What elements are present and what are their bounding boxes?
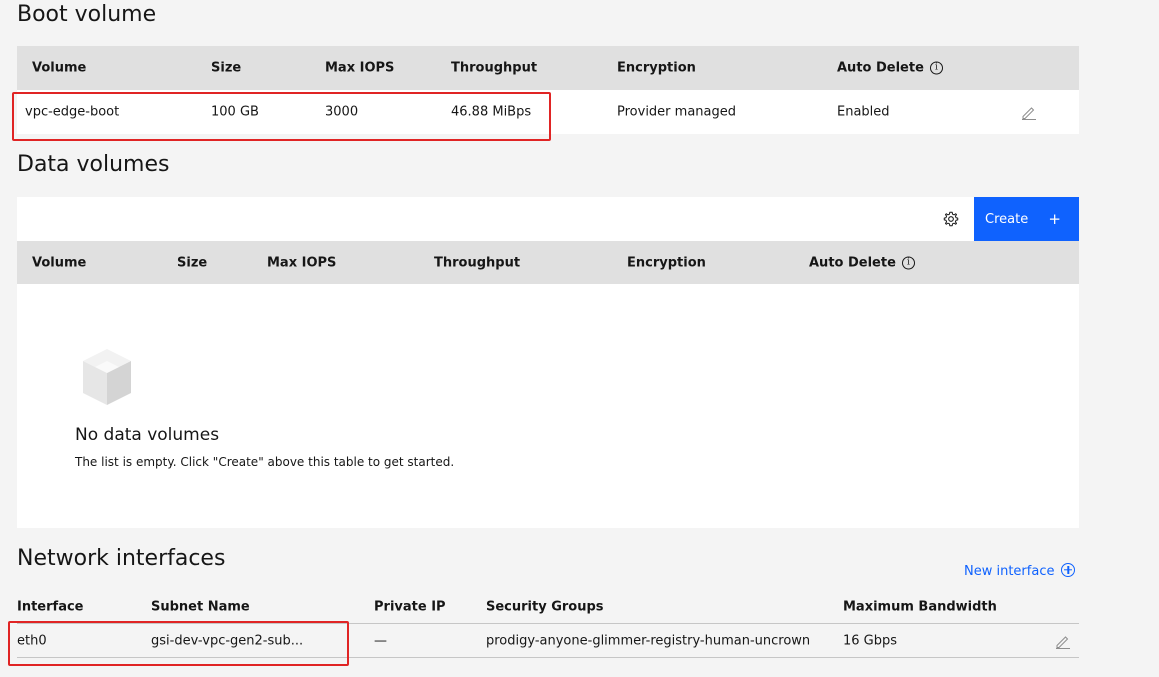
data-volumes-title: Data volumes [17, 152, 170, 177]
info-icon[interactable]: i [929, 61, 943, 75]
col-max-iops: Max IOPS [325, 60, 395, 76]
settings-gear-icon[interactable] [942, 210, 960, 228]
col-private-ip: Private IP [374, 599, 446, 614]
col-volume: Volume [32, 255, 87, 271]
boot-volume-iops: 3000 [325, 104, 359, 120]
boot-volume-table: Volume Size Max IOPS Throughput Encrypti… [17, 46, 1079, 134]
network-table-header: Interface Subnet Name Private IP Securit… [17, 590, 1079, 624]
subnet-name[interactable]: gsi-dev-vpc-gen2-sub... [151, 634, 303, 649]
col-size: Size [177, 255, 208, 271]
edit-pencil-icon[interactable] [1021, 104, 1037, 120]
col-size: Size [211, 60, 242, 76]
empty-box-illustration-icon [83, 349, 131, 405]
info-icon[interactable]: i [901, 256, 915, 270]
network-interfaces-title: Network interfaces [17, 546, 226, 571]
new-interface-link[interactable]: New interface [964, 563, 1076, 579]
boot-volume-size: 100 GB [211, 104, 259, 120]
create-button-label: Create [985, 211, 1029, 227]
interface-name[interactable]: eth0 [17, 634, 47, 649]
col-auto-delete: Auto Delete i [837, 61, 943, 76]
create-button[interactable]: Create + [974, 197, 1079, 241]
new-interface-label: New interface [964, 564, 1055, 579]
empty-state-title: No data volumes [75, 425, 220, 445]
col-encryption: Encryption [617, 60, 696, 76]
bandwidth: 16 Gbps [843, 633, 898, 649]
data-table-header: Volume Size Max IOPS Throughput Encrypti… [17, 241, 1079, 285]
col-encryption: Encryption [627, 255, 706, 271]
col-subnet-name: Subnet Name [151, 599, 250, 614]
boot-volume-encryption: Provider managed [617, 104, 736, 120]
empty-state-description: The list is empty. Click "Create" above … [75, 455, 455, 469]
col-throughput: Throughput [434, 255, 521, 271]
edit-pencil-icon[interactable] [1055, 633, 1071, 649]
col-max-bandwidth: Maximum Bandwidth [843, 599, 997, 614]
col-interface: Interface [17, 599, 84, 614]
col-auto-delete-label: Auto Delete [809, 255, 896, 271]
table-row[interactable]: vpc-edge-boot 100 GB 3000 46.88 MiBps Pr… [17, 90, 1079, 134]
col-max-iops: Max IOPS [267, 255, 337, 271]
col-volume: Volume [32, 60, 87, 76]
plus-icon: + [1048, 210, 1061, 228]
security-groups[interactable]: prodigy-anyone-glimmer-registry-human-un… [486, 634, 810, 649]
boot-table-header: Volume Size Max IOPS Throughput Encrypti… [17, 46, 1079, 90]
table-row[interactable]: eth0 gsi-dev-vpc-gen2-sub... — prodigy-a… [17, 625, 1079, 658]
private-ip: — [374, 633, 387, 649]
add-circle-icon [1061, 563, 1076, 577]
col-throughput: Throughput [451, 60, 538, 76]
boot-volume-throughput: 46.88 MiBps [451, 104, 532, 120]
data-volumes-toolbar: Create + [17, 197, 1079, 241]
col-auto-delete-label: Auto Delete [837, 60, 924, 76]
col-auto-delete: Auto Delete i [809, 256, 915, 271]
col-security-groups: Security Groups [486, 599, 604, 614]
boot-volume-name[interactable]: vpc-edge-boot [25, 105, 119, 120]
boot-volume-title: Boot volume [17, 2, 157, 27]
boot-volume-auto-delete: Enabled [837, 104, 890, 120]
data-volumes-table: Volume Size Max IOPS Throughput Encrypti… [17, 241, 1079, 285]
empty-state: No data volumes The list is empty. Click… [17, 284, 1079, 528]
